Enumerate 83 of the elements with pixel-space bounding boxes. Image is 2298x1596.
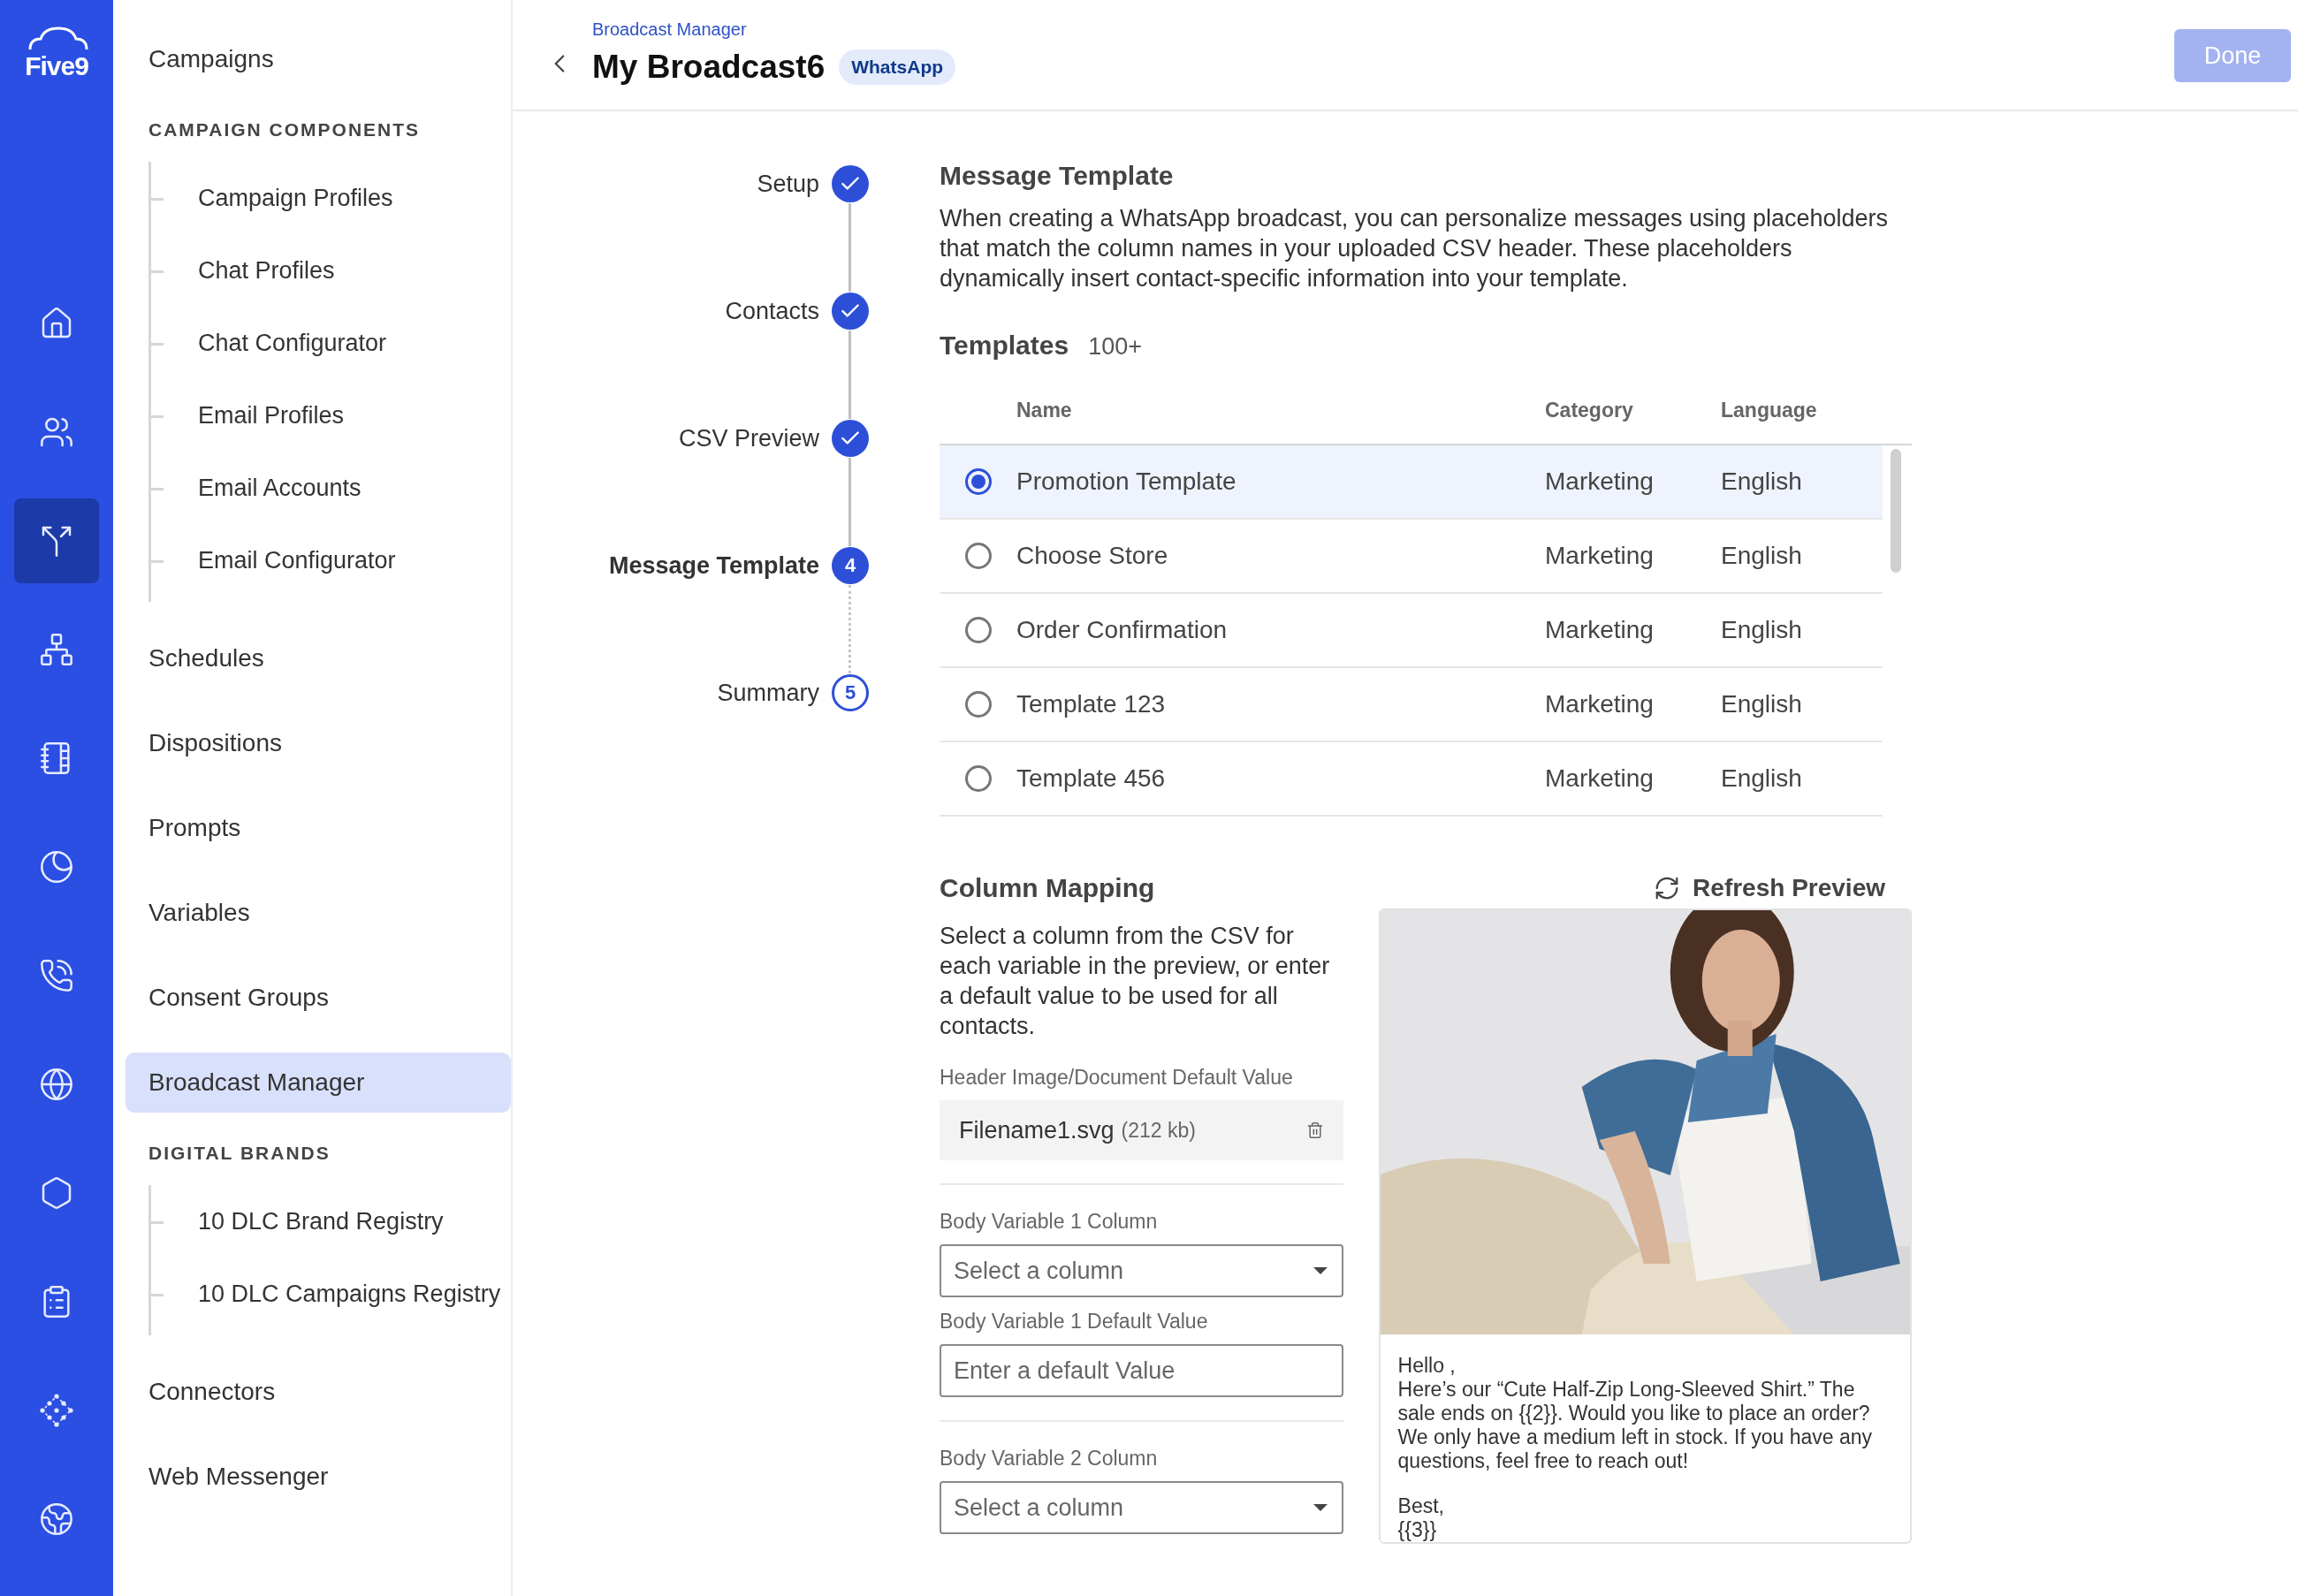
trash-icon — [1305, 1121, 1324, 1139]
table-cell-text: Marketing — [1545, 690, 1655, 718]
table-cell-text: Promotion Template — [1016, 467, 1237, 496]
template-row[interactable]: Promotion Template Marketing English — [940, 445, 1883, 520]
table-cell-text: Template 456 — [1016, 764, 1167, 793]
column-header: Name — [1016, 398, 1073, 422]
column-header: Language — [1721, 398, 1818, 422]
nav-item[interactable]: Connectors — [126, 1362, 511, 1422]
radio-button[interactable] — [964, 468, 992, 495]
nav-item[interactable]: Campaign Profiles — [151, 162, 511, 234]
template-count: 100+ — [1088, 333, 1142, 361]
step-number: 4 — [832, 547, 869, 584]
refresh-preview-button[interactable]: Refresh Preview — [1654, 874, 1885, 902]
table-cell-text: English — [1721, 690, 1803, 718]
rail-button[interactable] — [14, 498, 99, 583]
field-label: Body Variable 1 Column — [940, 1210, 1159, 1234]
section-description: When creating a WhatsApp broadcast, you can personalize messages using placeholders that match the column names in your uploaded CSV header. These placeholders dynamically insert contact-specific information into your template. — [940, 204, 1890, 293]
page-title: My Broadcast6 — [592, 48, 826, 86]
table-cell-text: English — [1721, 764, 1803, 793]
column-select[interactable]: Select a column — [940, 1481, 1343, 1534]
step-label: CSV Preview — [678, 424, 819, 452]
nav-item[interactable]: Email Accounts — [151, 452, 511, 524]
globe-icon — [39, 1067, 74, 1102]
hierarchy-icon — [39, 632, 74, 667]
file-field[interactable]: Filename1.svg (212 kb) — [940, 1100, 1343, 1160]
table-cell-text: Order Confirmation — [1016, 616, 1229, 644]
table-cell-text: Marketing — [1545, 616, 1655, 644]
step-label: Setup — [757, 170, 819, 198]
radio-button[interactable] — [964, 691, 992, 718]
nav-item[interactable]: Prompts — [126, 798, 511, 858]
nav-item[interactable]: 10 DLC Campaigns Registry — [151, 1258, 511, 1330]
step-label: Contacts — [725, 297, 819, 325]
nav-item[interactable]: 10 DLC Brand Registry — [151, 1185, 511, 1258]
nav-item[interactable]: Dispositions — [126, 713, 511, 773]
column-header: Category — [1545, 398, 1634, 422]
logo: Five9 — [25, 53, 88, 80]
section-title: Column Mapping — [940, 873, 1155, 903]
message-text: Best, {{3}} — [1397, 1494, 1445, 1542]
section-title: Templates — [940, 331, 1069, 361]
field-label: Header Image/Document Default Value — [940, 1066, 1294, 1090]
radio-button[interactable] — [964, 617, 992, 643]
table-cell-text: English — [1721, 542, 1803, 570]
field-label: Body Variable 1 Default Value — [940, 1310, 1209, 1334]
radio-button[interactable] — [964, 765, 992, 792]
nav-item[interactable]: Variables — [126, 883, 511, 943]
section-title: Message Template — [940, 161, 1175, 191]
step-number: 5 — [832, 674, 869, 711]
column-select[interactable]: Select a column — [940, 1244, 1343, 1297]
field-label: Body Variable 2 Column — [940, 1447, 1159, 1471]
table-cell-text: English — [1721, 616, 1803, 644]
step-label: Summary — [717, 679, 819, 707]
nav-item[interactable]: Web Messenger — [126, 1447, 511, 1507]
nav-item[interactable]: Campaigns — [126, 29, 511, 89]
file-name: Filename1.svg — [959, 1116, 1115, 1144]
nav-item[interactable]: Chat Configurator — [151, 307, 511, 379]
globe-icon — [39, 1501, 74, 1537]
nav-item[interactable]: Email Configurator — [151, 524, 511, 597]
phone-call-icon — [39, 958, 74, 993]
nav-item[interactable]: Chat Profiles — [151, 234, 511, 307]
table-cell-text: English — [1721, 467, 1803, 496]
nav-item[interactable]: Consent Groups — [126, 968, 511, 1028]
mapping-description: Select a column from the CSV for each variable in the preview, or enter a default value to be used for all contacts. — [940, 922, 1331, 1041]
file-size: (212 kb) — [1121, 1118, 1197, 1143]
channel-badge: WhatsApp — [839, 49, 956, 85]
table-cell-text: Choose Store — [1016, 542, 1169, 570]
nav-item[interactable]: Broadcast Manager — [126, 1053, 511, 1113]
table-cell-text: Marketing — [1545, 467, 1655, 496]
cloud-outline-icon — [27, 27, 90, 49]
table-cell-text: Marketing — [1545, 764, 1655, 793]
nav-item[interactable]: Email Profiles — [151, 379, 511, 452]
breadcrumb-link[interactable]: Broadcast Manager — [592, 19, 2174, 40]
step-label: Message Template — [608, 551, 819, 580]
table-cell-text: Template 123 — [1016, 690, 1167, 718]
nav-section-heading: DIGITAL BRANDS — [148, 1143, 331, 1164]
default-value-field[interactable]: Enter a default Value — [940, 1344, 1343, 1397]
message-text: Hello , Here’s our “Cute Half-Zip Long-Sleeved Shirt.” The sale ends on {{2}}. Would you like to place an order? We only have a medium left in stock. If you have any questions, feel free to reach out! — [1397, 1354, 1874, 1473]
nav-section-heading: CAMPAIGN COMPONENTS — [148, 119, 422, 141]
nav-item[interactable]: Schedules — [126, 628, 511, 688]
radio-button[interactable] — [964, 543, 992, 569]
delete-button[interactable] — [1305, 1121, 1324, 1139]
scrollbar[interactable] — [1891, 449, 1901, 573]
table-cell-text: Marketing — [1545, 542, 1655, 570]
diamond-dots-icon — [39, 1393, 74, 1428]
